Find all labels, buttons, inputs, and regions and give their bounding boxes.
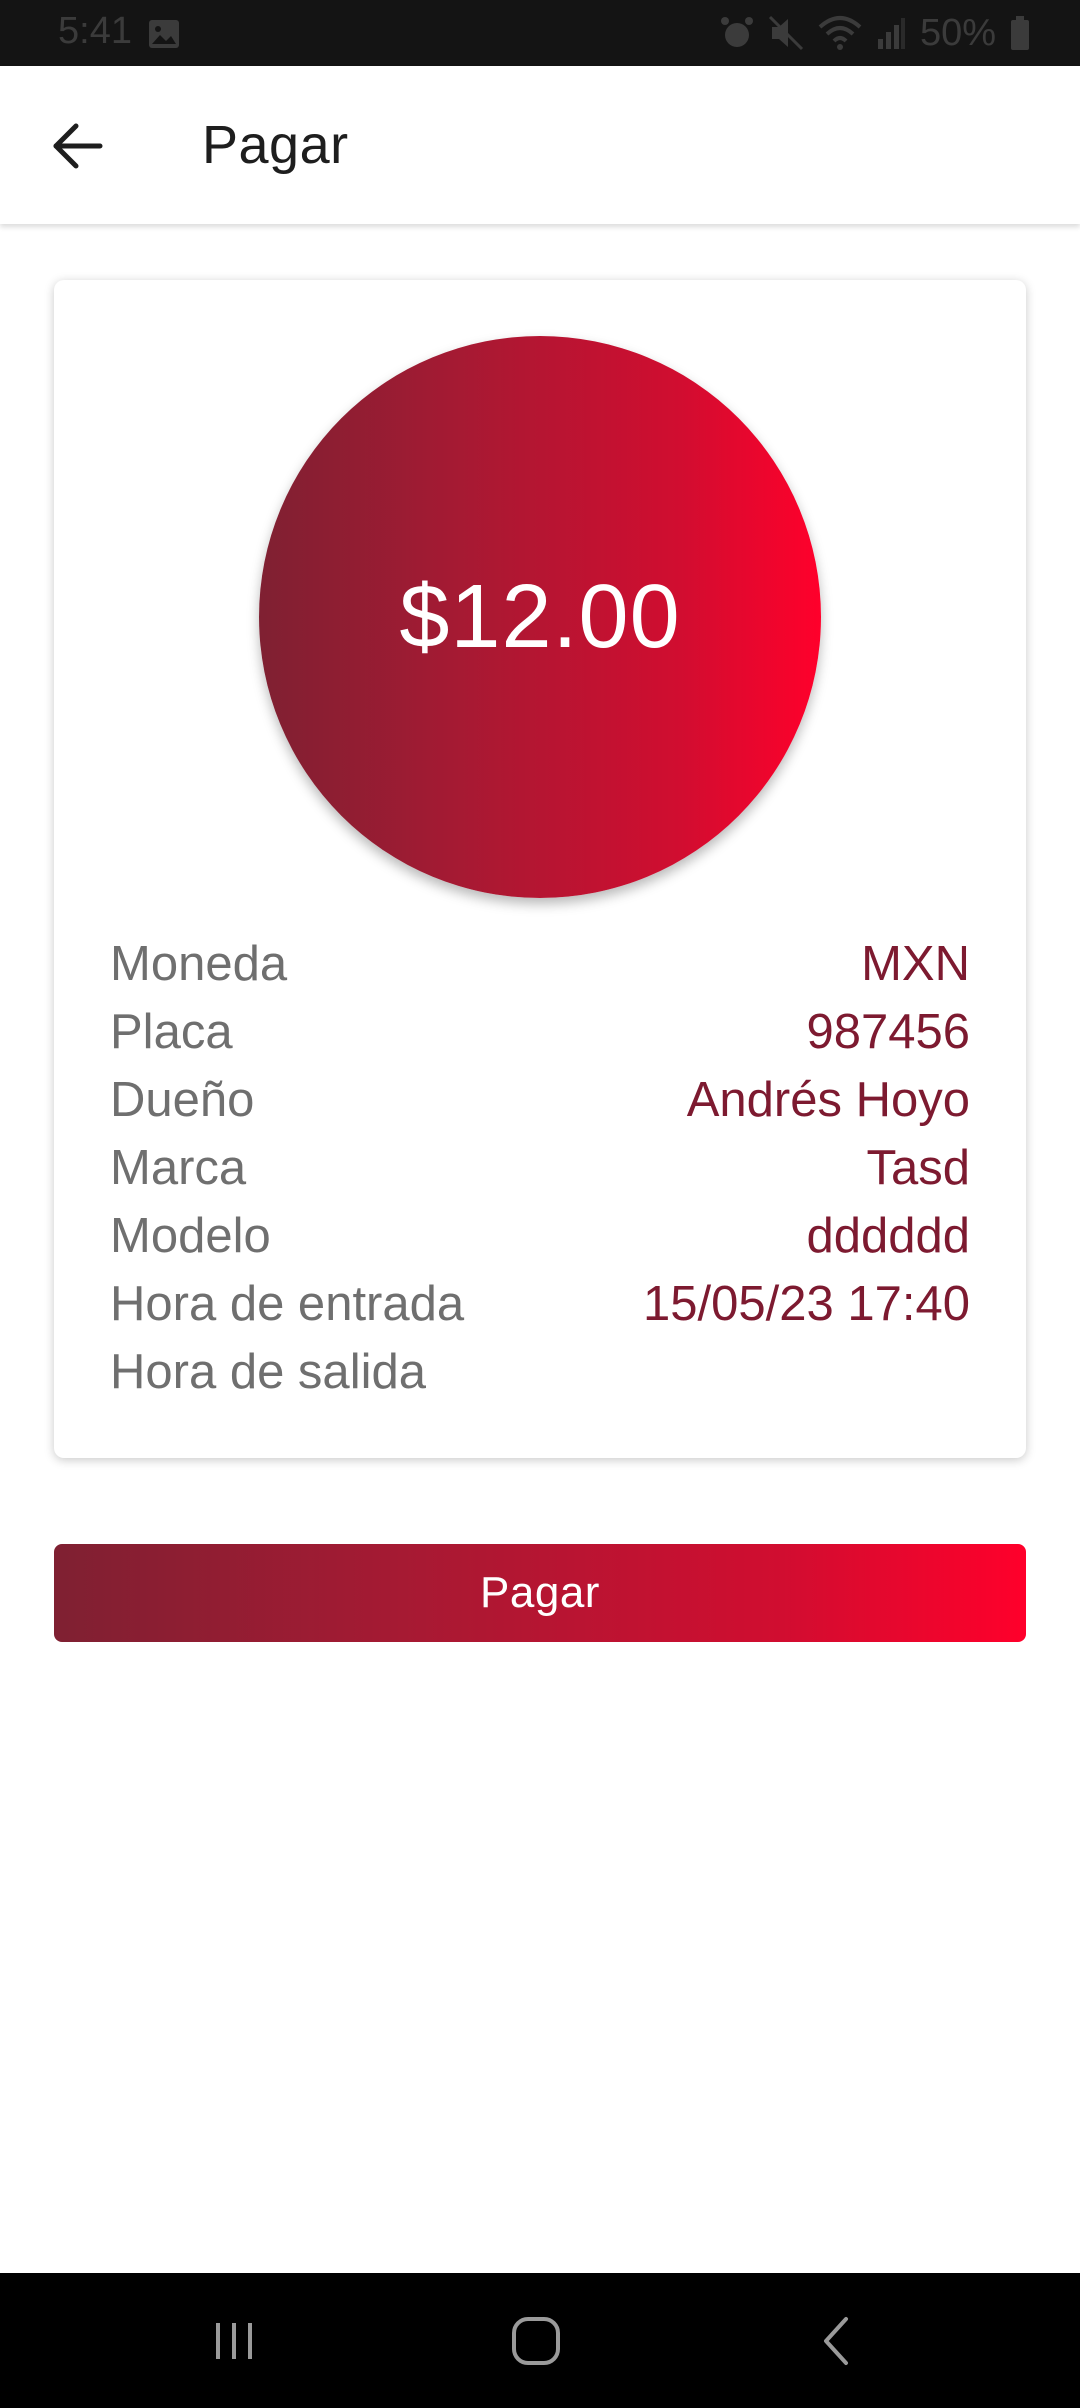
amount-circle: $12.00 [259, 336, 821, 898]
status-bar: 5:41 50% [0, 0, 1080, 66]
status-time: 5:41 [58, 10, 132, 52]
detail-label: Moneda [110, 937, 288, 991]
detail-value: Tasd [866, 1141, 970, 1195]
back-icon[interactable] [808, 2313, 868, 2369]
detail-label: Modelo [110, 1209, 271, 1263]
battery-icon [1011, 16, 1029, 50]
recent-apps-icon[interactable] [204, 2313, 264, 2369]
signal-icon [877, 18, 905, 49]
detail-value: Andrés Hoyo [686, 1073, 970, 1127]
page-title: Pagar [202, 115, 349, 175]
photo-icon [149, 20, 179, 48]
battery-percent: 50% [919, 11, 996, 54]
detail-row-modelo: Modelo dddddd [110, 1202, 970, 1270]
detail-label: Hora de salida [110, 1345, 426, 1399]
amount-text: $12.00 [399, 566, 681, 667]
detail-row-hora-entrada: Hora de entrada 15/05/23 17:40 [110, 1270, 970, 1338]
detail-row-marca: Marca Tasd [110, 1134, 970, 1202]
details-list: Moneda MXN Placa 987456 Dueño Andrés Hoy… [110, 930, 970, 1406]
detail-row-dueno: Dueño Andrés Hoyo [110, 1066, 970, 1134]
detail-label: Placa [110, 1005, 233, 1059]
wifi-icon [818, 16, 862, 50]
app-bar: Pagar [0, 66, 1080, 224]
detail-label: Hora de entrada [110, 1277, 465, 1331]
arrow-left-icon[interactable] [48, 116, 108, 176]
alarm-icon [720, 17, 753, 47]
status-icons: 50% [720, 8, 1030, 58]
detail-value: 987456 [806, 1005, 970, 1059]
detail-row-hora-salida: Hora de salida [110, 1338, 970, 1406]
pay-button[interactable]: Pagar [54, 1544, 1026, 1642]
detail-value: dddddd [806, 1209, 970, 1263]
detail-row-placa: Placa 987456 [110, 998, 970, 1066]
detail-label: Marca [110, 1141, 247, 1195]
system-nav-bar [0, 2273, 1080, 2408]
home-icon[interactable] [506, 2313, 566, 2369]
detail-value: MXN [861, 937, 970, 991]
detail-label: Dueño [110, 1073, 255, 1127]
detail-row-moneda: Moneda MXN [110, 930, 970, 998]
detail-value: 15/05/23 17:40 [643, 1277, 970, 1331]
mute-icon [768, 15, 803, 51]
payment-card: $12.00 Moneda MXN Placa 987456 Dueño And… [54, 280, 1026, 1458]
